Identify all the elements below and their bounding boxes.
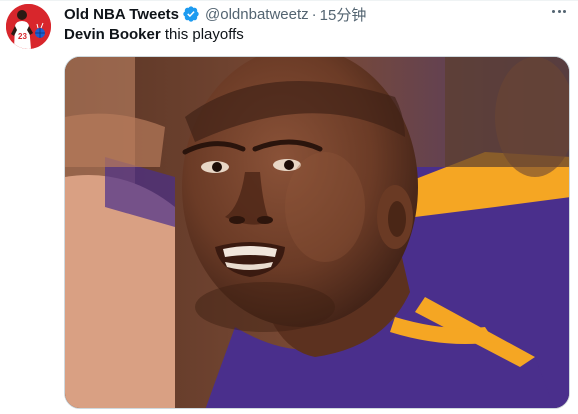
- tweet-header: Old NBA Tweets @oldnbatweetz · 15分钟: [64, 4, 570, 24]
- author-handle[interactable]: @oldnbatweetz: [205, 6, 309, 23]
- tweet-card[interactable]: 23 Old NBA Tweets @oldnbatweetz · 15分钟 D…: [0, 0, 578, 414]
- more-dot: [557, 9, 561, 13]
- more-dot: [563, 9, 566, 13]
- tweet-body-text: this playoffs: [160, 26, 244, 43]
- tweet-mention[interactable]: Devin Booker: [64, 26, 161, 43]
- separator-dot: ·: [311, 5, 317, 23]
- avatar[interactable]: 23: [6, 4, 51, 49]
- avatar-image: 23: [6, 4, 51, 49]
- tweet-media-photo[interactable]: [64, 56, 570, 409]
- avatar-jersey-number: 23: [18, 32, 27, 41]
- tweet-timestamp[interactable]: 15分钟: [320, 4, 367, 25]
- tweet-text: Devin Booker this playoffs: [64, 25, 244, 45]
- media-image: [65, 57, 569, 408]
- author-display-name[interactable]: Old NBA Tweets: [64, 6, 179, 23]
- verified-badge-icon[interactable]: [182, 5, 200, 23]
- divider: [0, 0, 578, 1]
- more-options-icon[interactable]: [548, 2, 570, 20]
- more-dot: [552, 9, 555, 13]
